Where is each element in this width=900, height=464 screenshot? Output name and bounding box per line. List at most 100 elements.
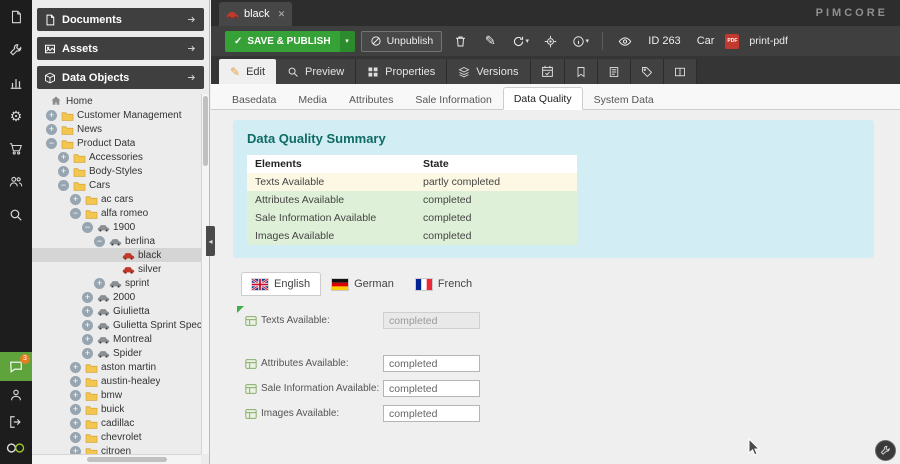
tree-item-home[interactable]: Home: [32, 94, 201, 108]
info-button[interactable]: ▾: [568, 30, 592, 52]
tab-black[interactable]: black ✕: [219, 2, 292, 26]
expand-icon[interactable]: +: [82, 334, 93, 345]
tab-tags[interactable]: [631, 59, 664, 84]
cart-icon[interactable]: [0, 140, 32, 158]
rename-button[interactable]: ✎: [478, 30, 502, 52]
expand-icon[interactable]: +: [58, 166, 69, 177]
chat-button[interactable]: 3: [0, 352, 32, 381]
subtab-system-data[interactable]: System Data: [583, 88, 665, 110]
expand-icon[interactable]: +: [70, 404, 81, 415]
print-pdf-label[interactable]: print-pdf: [749, 35, 788, 47]
file-icon[interactable]: [0, 8, 32, 26]
tab-versions[interactable]: Versions: [447, 59, 530, 84]
expand-icon[interactable]: +: [82, 292, 93, 303]
tab-preview[interactable]: Preview: [276, 59, 356, 84]
field-input-texts-available[interactable]: [383, 312, 480, 329]
tree-item-spider[interactable]: +Spider: [32, 346, 201, 360]
tools-icon[interactable]: [0, 41, 32, 59]
expand-icon[interactable]: +: [70, 390, 81, 401]
locate-in-tree-button[interactable]: [538, 30, 562, 52]
tools-fab-button[interactable]: [875, 440, 896, 461]
subtab-data-quality[interactable]: Data Quality: [503, 87, 583, 110]
expand-icon[interactable]: +: [70, 194, 81, 205]
tree-item-citroen[interactable]: +citroen: [32, 444, 201, 454]
expand-icon[interactable]: +: [46, 110, 57, 121]
reload-button[interactable]: ▾: [508, 30, 532, 52]
field-input-attributes-available[interactable]: [383, 355, 480, 372]
tree-item-product-data[interactable]: −Product Data: [32, 136, 201, 150]
tree-item-buick[interactable]: +buick: [32, 402, 201, 416]
subtab-basedata[interactable]: Basedata: [221, 88, 287, 110]
search-icon[interactable]: [0, 206, 32, 224]
expand-icon[interactable]: +: [70, 376, 81, 387]
language-tab-english[interactable]: English: [241, 272, 321, 296]
save-publish-button[interactable]: ✓SAVE & PUBLISH ▾: [225, 31, 355, 52]
subtab-attributes[interactable]: Attributes: [338, 88, 404, 110]
close-icon[interactable]: ✕: [278, 9, 286, 20]
expand-icon[interactable]: +: [70, 418, 81, 429]
unpublish-button[interactable]: Unpublish: [361, 31, 443, 52]
scrollbar-thumb[interactable]: [203, 96, 208, 166]
tab-bookmark[interactable]: [565, 59, 598, 84]
tree-horizontal-scrollbar[interactable]: [32, 454, 201, 464]
tab-notes[interactable]: [598, 59, 631, 84]
user-button[interactable]: [0, 381, 32, 408]
expand-icon[interactable]: +: [82, 306, 93, 317]
settings-gear-icon[interactable]: ⚙: [0, 107, 32, 125]
expand-icon[interactable]: +: [94, 278, 105, 289]
tree-item-silver[interactable]: silver: [32, 262, 201, 276]
save-dropdown-caret[interactable]: ▾: [340, 31, 355, 52]
customers-icon[interactable]: [0, 173, 32, 191]
tree-item-bmw[interactable]: +bmw: [32, 388, 201, 402]
accordion-data-objects[interactable]: Data Objects: [37, 66, 204, 89]
collapse-icon[interactable]: −: [46, 138, 57, 149]
collapse-icon[interactable]: −: [82, 222, 93, 233]
expand-icon[interactable]: +: [70, 446, 81, 455]
language-tab-french[interactable]: French: [405, 272, 483, 296]
collapse-icon[interactable]: −: [70, 208, 81, 219]
expand-icon[interactable]: +: [82, 320, 93, 331]
tree-item-alfa-romeo[interactable]: −alfa romeo: [32, 206, 201, 220]
tree-item-montreal[interactable]: +Montreal: [32, 332, 201, 346]
tree-item-cadillac[interactable]: +cadillac: [32, 416, 201, 430]
tree-vertical-scrollbar[interactable]: [201, 94, 209, 454]
panel-collapse-handle[interactable]: ◂: [206, 226, 215, 256]
field-input-sale-information-available[interactable]: [383, 380, 480, 397]
expand-icon[interactable]: +: [46, 124, 57, 135]
expand-icon[interactable]: +: [70, 432, 81, 443]
field-input-images-available[interactable]: [383, 405, 480, 422]
tree-item-gulietta-sprint-specia[interactable]: +Gulietta Sprint Specia...: [32, 318, 201, 332]
tree-item-customer-management[interactable]: +Customer Management: [32, 108, 201, 122]
subtab-sale-information[interactable]: Sale Information: [404, 88, 502, 110]
tab-dependencies[interactable]: [664, 59, 697, 84]
collapse-icon[interactable]: −: [58, 180, 69, 191]
open-preview-button[interactable]: [613, 30, 637, 52]
accordion-assets[interactable]: Assets: [37, 37, 204, 60]
delete-button[interactable]: [448, 30, 472, 52]
tree-item-cars[interactable]: −Cars: [32, 178, 201, 192]
subtab-media[interactable]: Media: [287, 88, 338, 110]
tree-item-2000[interactable]: +2000: [32, 290, 201, 304]
tree-item-sprint[interactable]: +sprint: [32, 276, 201, 290]
tree-item-berlina[interactable]: −berlina: [32, 234, 201, 248]
tab-edit[interactable]: ✎ Edit: [219, 59, 276, 84]
logout-button[interactable]: [0, 408, 32, 435]
tree-item-chevrolet[interactable]: +chevrolet: [32, 430, 201, 444]
language-tab-german[interactable]: German: [321, 272, 405, 296]
tree-item-accessories[interactable]: +Accessories: [32, 150, 201, 164]
tree-item-austin-healey[interactable]: +austin-healey: [32, 374, 201, 388]
tree-item-black[interactable]: black: [32, 248, 201, 262]
tree-item-giulietta[interactable]: +Giulietta: [32, 304, 201, 318]
tree-item-ac-cars[interactable]: +ac cars: [32, 192, 201, 206]
expand-icon[interactable]: +: [58, 152, 69, 163]
tab-schedule[interactable]: [531, 59, 565, 84]
scrollbar-thumb[interactable]: [87, 457, 167, 462]
expand-icon[interactable]: +: [70, 362, 81, 373]
tree-item-aston-martin[interactable]: +aston martin: [32, 360, 201, 374]
tree-item-body-styles[interactable]: +Body-Styles: [32, 164, 201, 178]
tab-properties[interactable]: Properties: [356, 59, 447, 84]
expand-icon[interactable]: +: [82, 348, 93, 359]
accordion-documents[interactable]: Documents: [37, 8, 204, 31]
tree-item-news[interactable]: +News: [32, 122, 201, 136]
tree-item-1900[interactable]: −1900: [32, 220, 201, 234]
